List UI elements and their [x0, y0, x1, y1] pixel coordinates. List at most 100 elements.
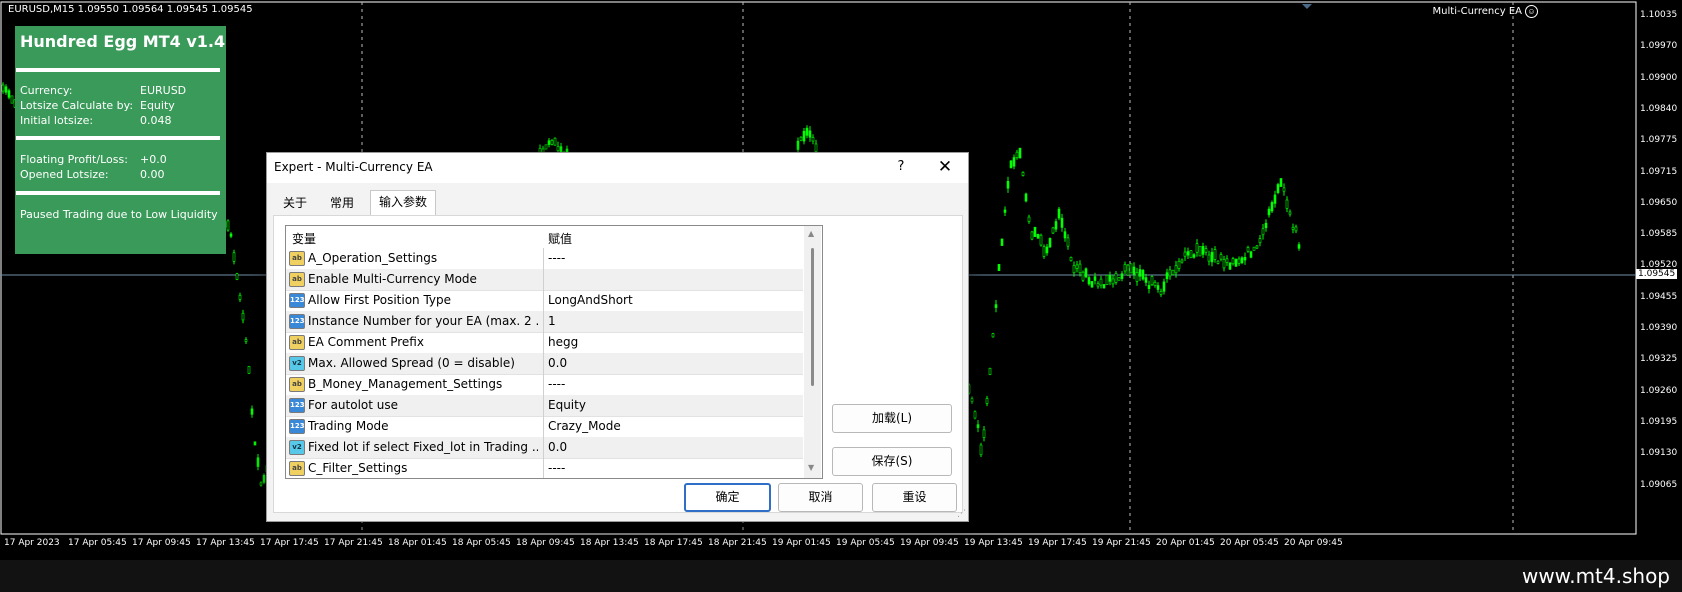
candle-body: [1072, 265, 1076, 274]
panel-divider: [16, 68, 220, 72]
param-row[interactable]: 123 Allow First Position Type LongAndShort: [286, 290, 803, 312]
param-value[interactable]: 0.0: [548, 440, 567, 454]
help-button[interactable]: ?: [891, 157, 911, 177]
candle-body: [1093, 276, 1097, 281]
lotsize-calc-label: Lotsize Calculate by:: [20, 99, 134, 112]
param-name: EA Comment Prefix: [308, 335, 424, 349]
initial-lotsize-value: 0.048: [140, 114, 172, 127]
candle-body: [1246, 247, 1250, 252]
close-button[interactable]: ✕: [935, 157, 955, 177]
candle-body: [1024, 193, 1028, 202]
input-parameters-grid[interactable]: 变量 赋值 ab A_Operation_Settings ---- ab Enable…: [285, 225, 823, 479]
param-value[interactable]: 1: [548, 314, 556, 328]
candle-body: [1195, 243, 1199, 253]
param-value[interactable]: LongAndShort: [548, 293, 633, 307]
panel-title: Hundred Egg MT4 v1.4: [20, 32, 226, 51]
currency-label: Currency:: [20, 84, 73, 97]
param-row[interactable]: ab B_Money_Management_Settings ----: [286, 374, 803, 396]
candle-body: [1006, 181, 1010, 189]
candle-body: [262, 474, 266, 483]
time-tick-label: 17 Apr 2023: [4, 538, 60, 548]
param-value[interactable]: hegg: [548, 335, 578, 349]
param-name: Instance Number for your EA (max. 2 ...: [308, 314, 538, 328]
candle-body: [1087, 277, 1091, 285]
scroll-up-icon[interactable]: ▲: [808, 229, 814, 238]
resize-grip-icon[interactable]: ⋰: [957, 509, 966, 519]
column-header-value[interactable]: 赋值: [548, 230, 572, 247]
candle-body: [1207, 254, 1211, 262]
candle-body: [1003, 209, 1007, 213]
candle-body: [1183, 251, 1187, 257]
ok-button[interactable]: 确定: [684, 483, 771, 512]
candle-body: [4, 86, 8, 93]
site-watermark: www.mt4.shop: [1521, 564, 1670, 588]
symbol-info: EURUSD,M15 1.09550 1.09564 1.09545 1.095…: [8, 4, 253, 15]
param-type-icon: ab: [289, 461, 305, 476]
scroll-thumb[interactable]: [811, 248, 814, 386]
candle-body: [1123, 264, 1127, 272]
dialog-titlebar[interactable]: Expert - Multi-Currency EA ? ✕: [267, 153, 968, 183]
param-value[interactable]: ----: [548, 377, 565, 391]
param-row[interactable]: ab C_Filter_Settings ----: [286, 458, 803, 478]
param-value[interactable]: Equity: [548, 398, 586, 412]
param-name: Allow First Position Type: [308, 293, 452, 307]
price-tick-label: 1.09715: [1640, 166, 1678, 177]
candle-body: [1279, 178, 1283, 187]
param-row[interactable]: 123 Instance Number for your EA (max. 2 .…: [286, 311, 803, 333]
tab-about[interactable]: 关于: [275, 192, 315, 214]
grid-scrollbar[interactable]: ▲ ▼: [804, 226, 821, 478]
candle-body: [1285, 199, 1289, 209]
candle-body: [1042, 246, 1046, 257]
tab-common[interactable]: 常用: [322, 192, 362, 214]
param-value[interactable]: Crazy_Mode: [548, 419, 621, 433]
candle-body: [976, 424, 980, 429]
price-tick-label: 1.09325: [1640, 354, 1678, 365]
candle-body: [1243, 257, 1247, 261]
param-row[interactable]: ab Enable Multi-Currency Mode: [286, 269, 803, 291]
tab-inputs[interactable]: 输入参数: [370, 190, 437, 216]
column-header-variable[interactable]: 变量: [292, 230, 316, 247]
price-tick-label: 1.09900: [1640, 72, 1678, 83]
param-value[interactable]: ----: [548, 461, 565, 475]
candle-body: [1180, 259, 1184, 263]
candle-body: [1264, 222, 1268, 229]
price-tick-label: 1.09840: [1640, 103, 1678, 114]
load-button[interactable]: 加载(L): [832, 404, 952, 433]
param-name: Fixed lot if select Fixed_lot in Trading…: [308, 440, 538, 454]
param-row[interactable]: 123 For autolot use Equity: [286, 395, 803, 417]
price-tick-label: 1.09970: [1640, 41, 1678, 52]
column-separator: [543, 353, 544, 374]
param-value[interactable]: ----: [548, 251, 565, 265]
candle-body: [1075, 264, 1079, 269]
reset-button[interactable]: 重设: [872, 483, 957, 512]
candle-body: [1210, 251, 1214, 263]
candle-body: [1114, 273, 1118, 283]
candle-body: [1252, 246, 1256, 251]
candle-body: [970, 398, 974, 402]
candle-body: [973, 411, 977, 419]
candle-body: [1255, 245, 1259, 249]
chart-shift-marker: [1302, 4, 1312, 9]
ea-info-panel: Hundred Egg MT4 v1.4 Currency: EURUSD Lo…: [15, 26, 226, 254]
candle-body: [1222, 259, 1226, 269]
candle-body: [1102, 284, 1106, 289]
candle-body: [550, 140, 554, 145]
time-tick-label: 18 Apr 09:45: [516, 538, 575, 548]
save-button[interactable]: 保存(S): [832, 447, 952, 476]
candle-body: [1108, 275, 1112, 282]
param-row[interactable]: v2 Fixed lot if select Fixed_lot in Tradi…: [286, 437, 803, 459]
candle-body: [1249, 251, 1253, 258]
param-value[interactable]: 0.0: [548, 356, 567, 370]
price-tick-label: 1.10035: [1640, 10, 1678, 20]
param-row[interactable]: ab A_Operation_Settings ----: [286, 248, 803, 270]
param-name: Trading Mode: [308, 419, 389, 433]
candle-body: [1105, 274, 1109, 285]
scroll-down-icon[interactable]: ▼: [808, 463, 814, 472]
param-row[interactable]: v2 Max. Allowed Spread (0 = disable) 0.0: [286, 353, 803, 375]
candle-body: [544, 144, 548, 150]
param-row[interactable]: 123 Trading Mode Crazy_Mode: [286, 416, 803, 438]
param-row[interactable]: ab EA Comment Prefix hegg: [286, 332, 803, 354]
candle-body: [238, 295, 242, 300]
cancel-button[interactable]: 取消: [778, 483, 863, 512]
candle-body: [1015, 151, 1019, 158]
